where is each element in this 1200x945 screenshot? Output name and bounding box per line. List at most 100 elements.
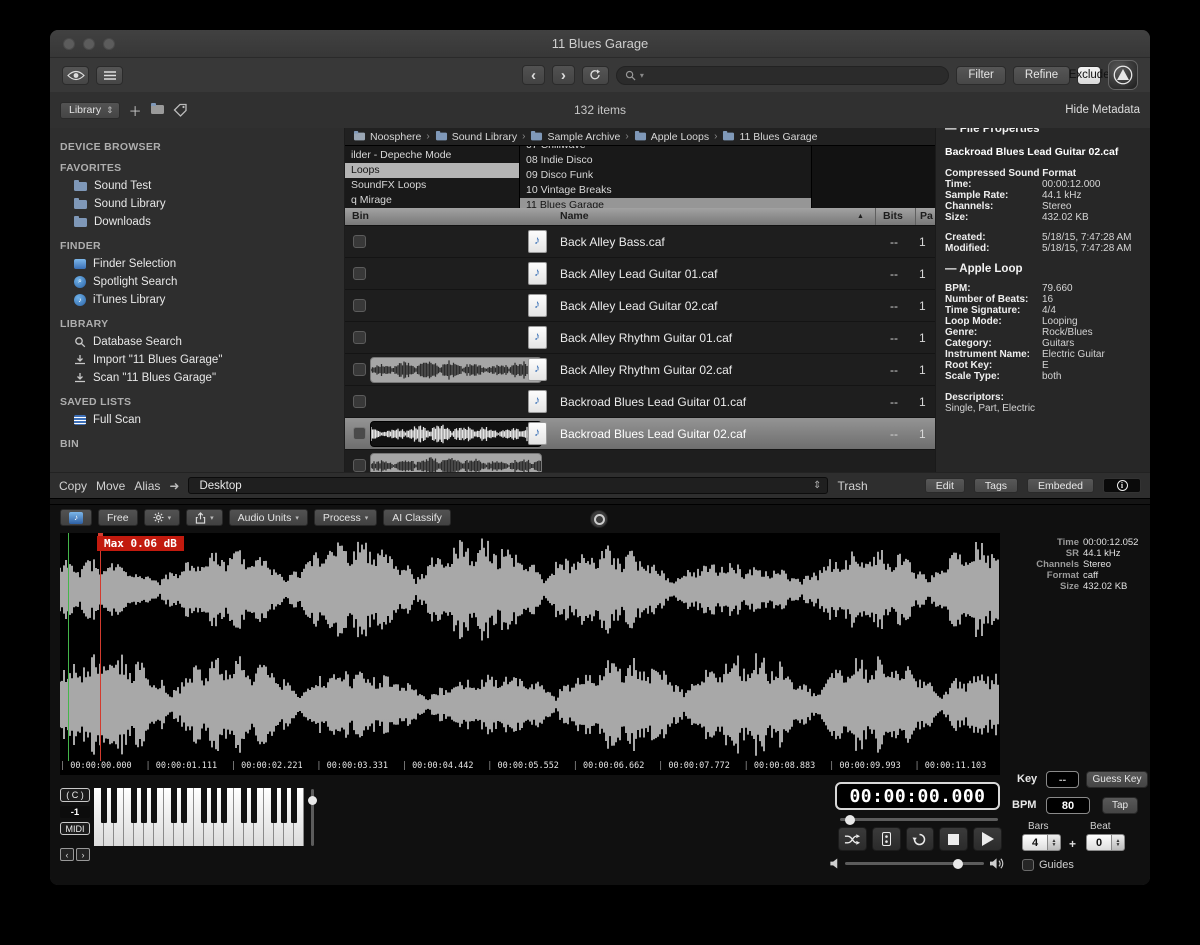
ai-classify-button[interactable]: AI Classify xyxy=(383,509,451,526)
row-checkbox[interactable] xyxy=(353,427,366,440)
browser-item[interactable]: ilder - Depeche Mode xyxy=(345,148,519,163)
piano-black-key[interactable] xyxy=(241,788,247,823)
table-row[interactable]: Back Alley Rhythm Guitar 02.caf -- 1 xyxy=(345,354,935,386)
filter-button[interactable]: Filter xyxy=(956,66,1006,85)
table-row-selected[interactable]: Backroad Blues Lead Guitar 02.caf -- 1 xyxy=(345,418,935,450)
sidebar-item-itunes-library[interactable]: ♪iTunes Library xyxy=(50,291,344,309)
waveform-panel[interactable]: Max 0.06 dB 00:00:00.000 00:00:01.111 00… xyxy=(60,533,1000,775)
tags-button[interactable]: Tags xyxy=(974,478,1018,493)
refresh-button[interactable] xyxy=(582,66,609,85)
table-row[interactable]: Back Alley Lead Guitar 02.caf -- 1 xyxy=(345,290,935,322)
sidebar-item-import[interactable]: Import "11 Blues Garage" xyxy=(50,351,344,369)
row-checkbox[interactable] xyxy=(353,395,366,408)
sidebar-item-spotlight-search[interactable]: ⌕Spotlight Search xyxy=(50,273,344,291)
browser-item[interactable]: 10 Vintage Breaks xyxy=(520,183,811,198)
waveform-left-channel[interactable] xyxy=(60,533,1000,646)
piano-black-key[interactable] xyxy=(131,788,137,823)
sidebar-item-sound-test[interactable]: Sound Test xyxy=(50,177,344,195)
preview-eye-button[interactable] xyxy=(62,66,89,85)
refine-button[interactable]: Refine xyxy=(1013,66,1070,85)
octave-display[interactable]: ( C ) xyxy=(60,788,90,802)
sidebar-item-scan[interactable]: Scan "11 Blues Garage" xyxy=(50,369,344,387)
breadcrumb-item[interactable]: Apple Loops xyxy=(634,131,709,143)
column-divider[interactable] xyxy=(875,208,876,225)
play-button[interactable] xyxy=(973,827,1002,851)
sidebar-item-full-scan[interactable]: Full Scan xyxy=(50,411,344,429)
file-properties-title[interactable]: — File Properties xyxy=(945,128,1150,135)
stop-button[interactable] xyxy=(939,827,968,851)
bars-stepper[interactable]: 4 ▲▼ xyxy=(1022,834,1062,851)
list-view-button[interactable] xyxy=(96,66,123,85)
browser-item[interactable]: 09 Disco Funk xyxy=(520,168,811,183)
free-button[interactable]: Free xyxy=(98,509,138,526)
piano-black-key[interactable] xyxy=(101,788,107,823)
piano-black-key[interactable] xyxy=(181,788,187,823)
piano-black-key[interactable] xyxy=(201,788,207,823)
piano-black-key[interactable] xyxy=(271,788,277,823)
piano-black-key[interactable] xyxy=(291,788,297,823)
sidebar-item-downloads[interactable]: Downloads xyxy=(50,213,344,231)
loop-button[interactable] xyxy=(906,827,935,851)
back-button[interactable]: ‹ xyxy=(522,65,545,85)
sidebar-item-database-search[interactable]: Database Search xyxy=(50,333,344,351)
beat-stepper[interactable]: 0 ▲▼ xyxy=(1086,834,1126,851)
column-divider[interactable] xyxy=(915,208,916,225)
search-input[interactable]: ▾ xyxy=(616,66,950,85)
minimize-button[interactable] xyxy=(83,38,95,50)
row-checkbox[interactable] xyxy=(353,363,366,376)
piano-keys[interactable] xyxy=(94,788,304,846)
alias-button[interactable]: Alias xyxy=(134,479,160,493)
browser-item-selected[interactable]: Loops xyxy=(345,163,519,178)
breadcrumb-item[interactable]: Noosphere xyxy=(353,131,421,143)
piano-black-key[interactable] xyxy=(151,788,157,823)
forward-button[interactable]: › xyxy=(552,65,575,85)
piano-black-key[interactable] xyxy=(251,788,257,823)
piano-black-key[interactable] xyxy=(171,788,177,823)
add-button[interactable]: ＋ xyxy=(129,101,142,120)
stepper-arrows-icon[interactable]: ▲▼ xyxy=(1048,834,1061,851)
guess-key-button[interactable]: Guess Key xyxy=(1086,771,1148,788)
breadcrumb-item[interactable]: 11 Blues Garage xyxy=(722,131,817,143)
browser-item[interactable]: SoundFX Loops xyxy=(345,178,519,193)
process-menu[interactable]: Process▾ xyxy=(314,509,377,526)
pitch-slider-knob[interactable] xyxy=(308,796,317,805)
copy-button[interactable]: Copy xyxy=(59,479,87,493)
edit-button[interactable]: Edit xyxy=(925,478,965,493)
browser-item[interactable]: 07 Chillwave xyxy=(520,146,811,153)
waveform-right-channel[interactable] xyxy=(60,648,1000,761)
tag-button[interactable] xyxy=(173,103,188,117)
audio-units-menu[interactable]: Audio Units▾ xyxy=(229,509,308,526)
pitch-slider[interactable] xyxy=(311,789,314,846)
row-checkbox[interactable] xyxy=(353,267,366,280)
trash-button[interactable]: Trash xyxy=(837,479,867,493)
table-row[interactable]: Backroad Blues Lead Guitar 01.caf -- 1 xyxy=(345,386,935,418)
column-header-bits[interactable]: Bits xyxy=(883,210,903,222)
sidebar-item-finder-selection[interactable]: Finder Selection xyxy=(50,255,344,273)
piano-black-key[interactable] xyxy=(211,788,217,823)
table-row[interactable]: Back Alley Lead Guitar 01.caf -- 1 xyxy=(345,258,935,290)
table-row[interactable]: Back Alley Bass.caf -- 1 xyxy=(345,226,935,258)
selection-start-marker[interactable] xyxy=(68,533,69,761)
piano-black-key[interactable] xyxy=(281,788,287,823)
midi-button[interactable]: MIDI xyxy=(60,822,90,835)
bpm-value-box[interactable]: 80 xyxy=(1046,797,1090,814)
row-checkbox[interactable] xyxy=(353,459,366,472)
embeded-button[interactable]: Embeded xyxy=(1027,478,1094,493)
loop-region-button[interactable] xyxy=(872,827,901,851)
shuffle-button[interactable] xyxy=(838,827,867,851)
new-folder-button[interactable] xyxy=(151,101,164,119)
share-menu[interactable]: ▾ xyxy=(186,509,223,526)
guides-checkbox[interactable] xyxy=(1022,859,1034,871)
browser-item[interactable]: q Mirage xyxy=(345,193,519,208)
prev-octave-button[interactable]: ‹ xyxy=(60,848,74,861)
info-button[interactable]: i xyxy=(1103,478,1141,493)
column-header-bin[interactable]: Bin xyxy=(352,210,369,222)
table-row-partial[interactable] xyxy=(345,450,935,472)
row-checkbox[interactable] xyxy=(353,331,366,344)
next-octave-button[interactable]: › xyxy=(76,848,90,861)
column-header-name[interactable]: Name xyxy=(560,210,589,222)
row-checkbox[interactable] xyxy=(353,299,366,312)
scrub-knob[interactable] xyxy=(845,815,855,825)
stepper-arrows-icon[interactable]: ▲▼ xyxy=(1112,834,1125,851)
exclude-button[interactable]: Exclude xyxy=(1077,66,1101,85)
